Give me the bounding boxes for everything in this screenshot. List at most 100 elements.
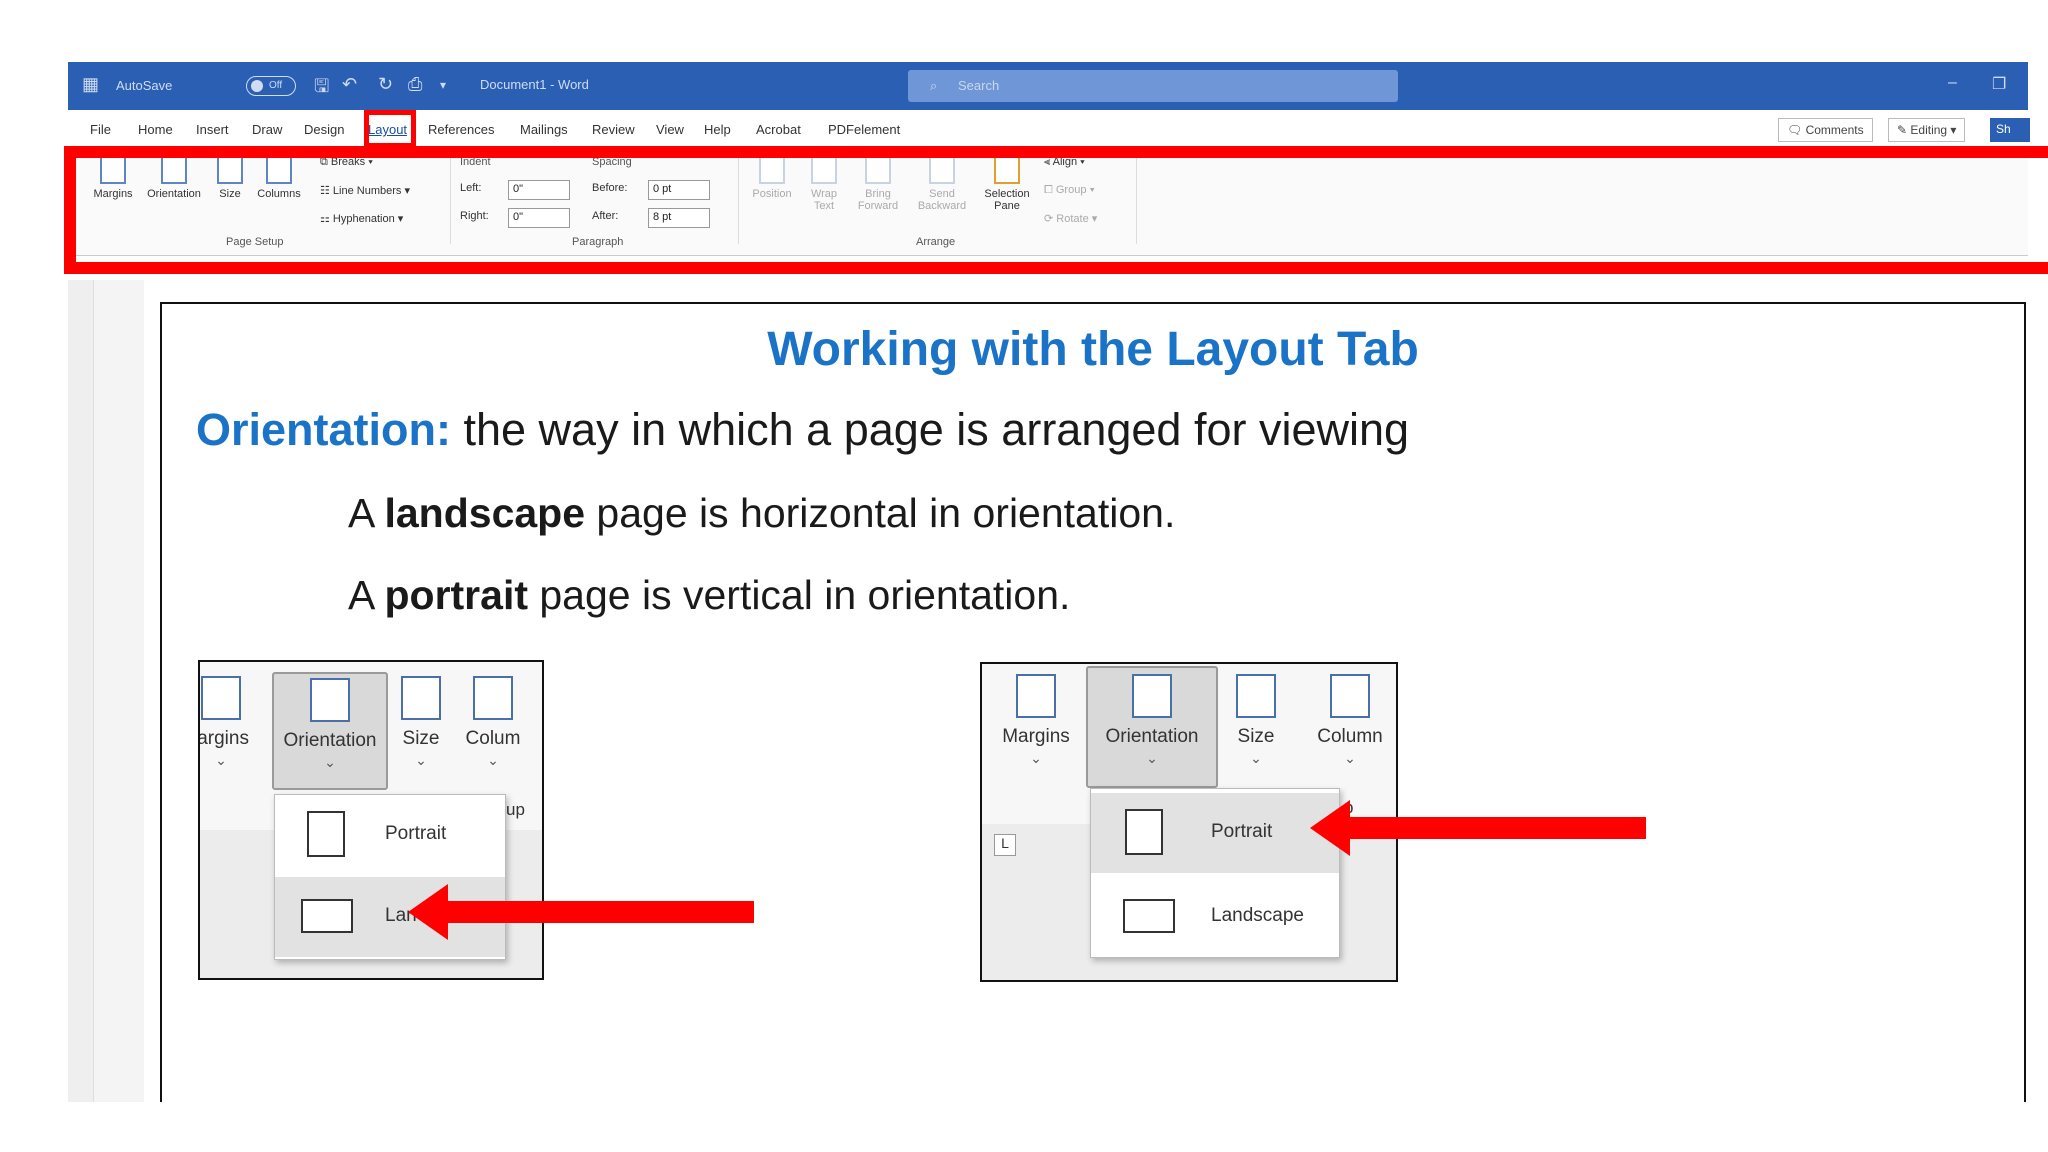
inset-columns-button: Column ⌄ bbox=[1304, 674, 1396, 767]
inset-columns-label: Column bbox=[1317, 726, 1383, 747]
landscape-option-label: Landscape bbox=[1211, 905, 1304, 926]
orientation-dropdown: Portrait Landscape bbox=[1090, 788, 1340, 958]
inset-orientation-button: Orientation ⌄ bbox=[1086, 666, 1218, 788]
tab-design[interactable]: Design bbox=[304, 122, 344, 137]
portrait-sentence: A portrait page is vertical in orientati… bbox=[348, 572, 1070, 619]
orientation-icon bbox=[310, 678, 350, 722]
inset-columns-button: Colum ⌄ bbox=[458, 676, 528, 769]
inset-size-button: Size ⌄ bbox=[1226, 674, 1286, 767]
tab-review[interactable]: Review bbox=[592, 122, 635, 137]
minimize-icon[interactable]: – bbox=[1948, 74, 1957, 92]
orientation-definition: the way in which a page is arranged for … bbox=[451, 404, 1410, 455]
landscape-option: Landscape bbox=[1091, 877, 1339, 957]
size-icon bbox=[401, 676, 441, 720]
tab-pdfelement[interactable]: PDFelement bbox=[828, 122, 900, 137]
landscape-page-icon bbox=[301, 899, 353, 933]
definition-line: Orientation: the way in which a page is … bbox=[196, 404, 1409, 456]
chevron-down-icon: ⌄ bbox=[415, 752, 427, 768]
tab-references[interactable]: References bbox=[428, 122, 494, 137]
inset-size-label: Size bbox=[1237, 726, 1275, 747]
share-button[interactable]: Sh bbox=[1990, 118, 2030, 142]
chevron-down-icon: ⌄ bbox=[1250, 750, 1262, 766]
inset-orientation-label: Orientation bbox=[283, 730, 377, 751]
size-icon bbox=[1236, 674, 1276, 718]
tab-acrobat[interactable]: Acrobat bbox=[756, 122, 801, 137]
chevron-down-icon: ⌄ bbox=[1030, 750, 1042, 766]
inset-margins-label: largins bbox=[198, 728, 249, 749]
margins-icon bbox=[201, 676, 241, 720]
undo-icon[interactable]: ↶ bbox=[342, 74, 357, 95]
portrait-option-label: Portrait bbox=[1211, 821, 1273, 842]
inset-columns-label: Colum bbox=[465, 728, 521, 749]
portrait-word: portrait bbox=[384, 572, 528, 618]
inset-size-label: Size bbox=[402, 728, 440, 749]
landscape-word: landscape bbox=[384, 490, 586, 536]
inset-orientation-label: Orientation bbox=[1105, 726, 1199, 747]
portrait-sentence-start: A bbox=[348, 572, 385, 618]
editing-label: Editing bbox=[1910, 123, 1948, 137]
search-icon: ⌕ bbox=[930, 78, 938, 93]
search-placeholder: Search bbox=[958, 78, 1000, 93]
orientation-icon bbox=[1132, 674, 1172, 718]
tab-home[interactable]: Home bbox=[138, 122, 173, 137]
tab-stop-icon: L bbox=[994, 834, 1016, 856]
margins-icon bbox=[1016, 674, 1056, 718]
redo-icon[interactable]: ↻ bbox=[378, 74, 393, 95]
columns-icon bbox=[473, 676, 513, 720]
print-icon[interactable]: ⎙ bbox=[408, 74, 422, 95]
tab-draw[interactable]: Draw bbox=[252, 122, 282, 137]
ribbon-highlight bbox=[64, 146, 2048, 274]
layout-tab-highlight bbox=[364, 110, 416, 148]
comments-label: Comments bbox=[1805, 123, 1864, 137]
inset-group-fragment: up bbox=[506, 800, 525, 819]
autosave-toggle[interactable]: Off bbox=[246, 76, 296, 96]
inset-size-button: Size ⌄ bbox=[396, 676, 446, 769]
vertical-ruler bbox=[68, 280, 94, 1102]
portrait-option-label: Portrait bbox=[385, 823, 447, 844]
pencil-icon: ✎ bbox=[1897, 123, 1911, 137]
title-bar: ▦ AutoSave Off 🖫 ↶ ↻ ⎙ ▾ Document1 - Wor… bbox=[68, 62, 2028, 110]
tab-view[interactable]: View bbox=[656, 122, 684, 137]
word-app-icon[interactable]: ▦ bbox=[82, 74, 99, 95]
chevron-down-icon: ⌄ bbox=[487, 752, 499, 768]
portrait-page-icon bbox=[307, 811, 345, 857]
landscape-arrow-icon bbox=[408, 884, 754, 940]
inset-margins-label: Margins bbox=[1002, 726, 1070, 747]
inset-margins-button: Margins ⌄ bbox=[992, 674, 1080, 767]
orientation-term: Orientation: bbox=[196, 404, 451, 455]
slide-content: Working with the Layout Tab Orientation:… bbox=[160, 302, 2026, 1102]
slide-title: Working with the Layout Tab bbox=[767, 323, 1419, 376]
portrait-option: Portrait bbox=[275, 795, 505, 875]
restore-icon[interactable]: ❐ bbox=[1992, 74, 2006, 94]
tab-file[interactable]: File bbox=[90, 122, 111, 137]
chevron-down-icon: ⌄ bbox=[1344, 750, 1356, 766]
comments-button[interactable]: 🗨 Comments bbox=[1778, 118, 1873, 142]
autosave-state: Off bbox=[269, 80, 283, 91]
page-margin bbox=[94, 280, 144, 1102]
landscape-sentence: A landscape page is horizontal in orient… bbox=[348, 490, 1175, 537]
columns-icon bbox=[1330, 674, 1370, 718]
portrait-sentence-end: page is vertical in orientation. bbox=[527, 572, 1071, 618]
chevron-down-icon: ⌄ bbox=[1146, 750, 1158, 766]
inset-orientation-button: Orientation ⌄ bbox=[272, 672, 388, 790]
portrait-page-icon bbox=[1125, 809, 1163, 855]
landscape-sentence-start: A bbox=[348, 490, 385, 536]
ribbon-tabs: File Home Insert Draw Design Layout Refe… bbox=[68, 110, 2030, 148]
landscape-sentence-end: page is horizontal in orientation. bbox=[585, 490, 1176, 536]
document-title: Document1 - Word bbox=[480, 77, 589, 92]
chevron-down-icon: ▾ bbox=[1947, 123, 1957, 137]
tab-help[interactable]: Help bbox=[704, 122, 731, 137]
portrait-option: Portrait bbox=[1091, 793, 1339, 873]
editing-button[interactable]: ✎ Editing ▾ bbox=[1888, 118, 1966, 142]
landscape-page-icon bbox=[1123, 899, 1175, 933]
save-icon[interactable]: 🖫 bbox=[314, 74, 329, 104]
tab-mailings[interactable]: Mailings bbox=[520, 122, 568, 137]
search-box[interactable]: ⌕ Search bbox=[908, 70, 1398, 102]
portrait-arrow-icon bbox=[1310, 800, 1646, 856]
comment-icon: 🗨 bbox=[1787, 123, 1806, 137]
customize-qat-icon[interactable]: ▾ bbox=[440, 78, 446, 92]
tab-insert[interactable]: Insert bbox=[196, 122, 229, 137]
chevron-down-icon: ⌄ bbox=[215, 752, 227, 768]
autosave-label: AutoSave bbox=[116, 78, 173, 93]
inset-margins-button: largins ⌄ bbox=[198, 676, 260, 769]
